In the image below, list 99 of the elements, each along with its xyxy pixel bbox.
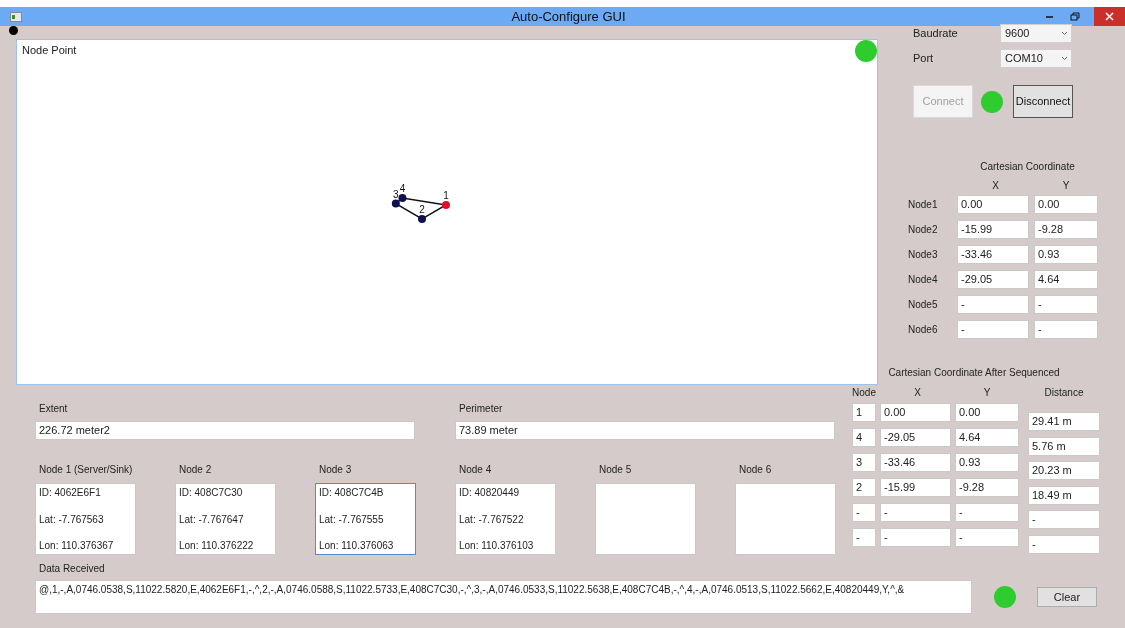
value-field[interactable]: 4.64 xyxy=(1034,270,1098,289)
perimeter-field[interactable]: 73.89 meter xyxy=(455,421,835,440)
column-header: Y xyxy=(982,386,992,400)
node-label: 3 xyxy=(393,188,399,200)
value-field[interactable]: 1 xyxy=(852,403,876,422)
row-label: Node1 xyxy=(907,198,939,212)
close-icon xyxy=(1105,12,1114,21)
column-header: Node xyxy=(851,386,877,400)
distance-field[interactable]: 29.41 m xyxy=(1028,412,1100,431)
value-field[interactable]: - xyxy=(955,528,1019,547)
restore-icon[interactable] xyxy=(1070,12,1080,21)
marker-icon xyxy=(9,26,18,35)
app-icon xyxy=(10,11,22,22)
value-field[interactable]: -9.28 xyxy=(955,478,1019,497)
chevron-down-icon xyxy=(1061,31,1068,36)
value-field[interactable]: - xyxy=(955,503,1019,522)
field-label: Extent xyxy=(38,402,69,416)
node-label: 2 xyxy=(419,203,425,215)
chevron-down-icon xyxy=(1061,56,1068,61)
data-received-field[interactable]: @,1,-,A,0746.0538,S,11022.5820,E,4062E6F1,-,^,2,-,A,0746.0588,S,11022.5733,E,408C7C30,-,^,3,-,A,0746.0533,S,11022.5638,E,408C7C4B,-,^,4,-,A,0746.0513,S,11022.5662,E,40820449,Y,^,& xyxy=(35,580,972,614)
value-field[interactable]: 4.64 xyxy=(955,428,1019,447)
node-label: 1 xyxy=(443,190,449,201)
value-field[interactable]: 0.93 xyxy=(1034,245,1098,264)
value-field[interactable]: 0.00 xyxy=(955,403,1019,422)
distance-field[interactable]: - xyxy=(1028,510,1100,529)
node-info-box[interactable] xyxy=(595,483,696,555)
distance-field[interactable]: 18.49 m xyxy=(1028,485,1100,505)
node-info-line: ID: 40820449 xyxy=(459,486,521,500)
value-field[interactable]: 0.00 xyxy=(957,195,1029,214)
field-label: Data Received xyxy=(38,562,106,576)
section-title: Cartesian Coordinate After Sequenced xyxy=(887,366,1061,380)
clear-button[interactable]: Clear xyxy=(1037,587,1097,607)
value-field[interactable]: - xyxy=(880,503,951,522)
value-field[interactable]: - xyxy=(1034,320,1098,339)
value-field[interactable]: -29.05 xyxy=(957,270,1029,289)
value-field[interactable]: -15.99 xyxy=(880,478,951,497)
value-field[interactable]: -15.99 xyxy=(957,220,1029,239)
close-button[interactable] xyxy=(1094,7,1125,26)
value-field[interactable]: - xyxy=(957,320,1029,339)
window-title: Auto-Configure GUI xyxy=(511,7,626,26)
value-field[interactable]: - xyxy=(1034,295,1098,314)
column-header: Y xyxy=(1061,179,1071,193)
baudrate-label: Baudrate xyxy=(912,26,959,42)
node-info-box[interactable]: ID: 408C7C4B Lat: -7.767555 Lon: 110.376063 xyxy=(315,483,416,555)
distance-field[interactable]: 5.76 m xyxy=(1028,436,1100,456)
node-info-line: ID: 408C7C30 xyxy=(179,486,244,500)
dropdown[interactable]: COM10 xyxy=(1000,49,1072,68)
value-field[interactable]: 0.93 xyxy=(955,453,1019,472)
row-label: Node4 xyxy=(907,273,939,287)
node-title: Node 1 (Server/Sink) xyxy=(38,463,133,477)
node-title: Node 5 xyxy=(598,463,632,477)
section-title: Cartesian Coordinate xyxy=(979,160,1076,174)
node-info-line: Lat: -7.767647 xyxy=(179,512,245,527)
column-header: X xyxy=(913,386,922,400)
node-info-box[interactable] xyxy=(735,483,836,555)
node-title: Node 4 xyxy=(458,463,492,477)
value-field[interactable]: 0.00 xyxy=(880,403,951,422)
dropdown[interactable]: 9600 xyxy=(1000,24,1072,43)
node-title: Node 2 xyxy=(178,463,212,477)
value-field[interactable]: - xyxy=(852,503,876,522)
disconnect-button[interactable]: Disconnect xyxy=(1013,85,1073,118)
value-field[interactable]: -33.46 xyxy=(880,453,951,472)
canvas-title: Node Point xyxy=(22,43,77,58)
node-info-line: ID: 4062E6F1 xyxy=(39,486,102,500)
value-field[interactable]: -29.05 xyxy=(880,428,951,447)
node-info-line: Lon: 110.376103 xyxy=(459,539,535,553)
row-label: Node6 xyxy=(907,323,939,337)
distance-field[interactable]: - xyxy=(1028,534,1100,554)
column-header: Distance xyxy=(1043,386,1085,400)
node-info-line: Lon: 110.376063 xyxy=(319,539,395,553)
node-info-line: Lon: 110.376222 xyxy=(179,539,255,553)
node-title: Node 6 xyxy=(738,463,772,477)
distance-field[interactable]: 20.23 m xyxy=(1028,461,1100,480)
value-field[interactable]: -33.46 xyxy=(957,245,1029,264)
value-field[interactable]: 3 xyxy=(852,453,876,472)
node-label: 4 xyxy=(399,183,406,195)
row-label: Node2 xyxy=(907,223,939,237)
column-header: X xyxy=(991,179,1000,193)
node-info-box[interactable]: ID: 4062E6F1 Lat: -7.767563 Lon: 110.376367 xyxy=(35,483,136,555)
row-label: Node3 xyxy=(907,248,939,262)
node-info-line: Lat: -7.767555 xyxy=(319,512,385,527)
value-field[interactable]: - xyxy=(957,295,1029,314)
node-info-line: ID: 408C7C4B xyxy=(319,486,385,500)
port-label: Port xyxy=(912,51,935,67)
extent-field[interactable]: 226.72 meter2 xyxy=(35,421,415,440)
value-field[interactable]: 0.00 xyxy=(1034,195,1098,214)
value-field[interactable]: - xyxy=(880,528,951,547)
node-info-line: Lat: -7.767563 xyxy=(39,512,105,527)
node-info-box[interactable]: ID: 40820449 Lat: -7.767522 Lon: 110.376103 xyxy=(455,483,556,555)
value-field[interactable]: - xyxy=(852,528,876,547)
row-label: Node5 xyxy=(907,298,939,312)
value-field[interactable]: 4 xyxy=(852,428,876,447)
value-field[interactable]: -9.28 xyxy=(1034,220,1098,239)
field-label: Perimeter xyxy=(458,402,504,416)
node-title: Node 3 xyxy=(318,463,352,477)
node-info-line: Lon: 110.376367 xyxy=(39,539,115,553)
node-info-box[interactable]: ID: 408C7C30 Lat: -7.767647 Lon: 110.376222 xyxy=(175,483,276,555)
value-field[interactable]: 2 xyxy=(852,478,876,497)
node-info-line: Lat: -7.767522 xyxy=(459,512,525,527)
